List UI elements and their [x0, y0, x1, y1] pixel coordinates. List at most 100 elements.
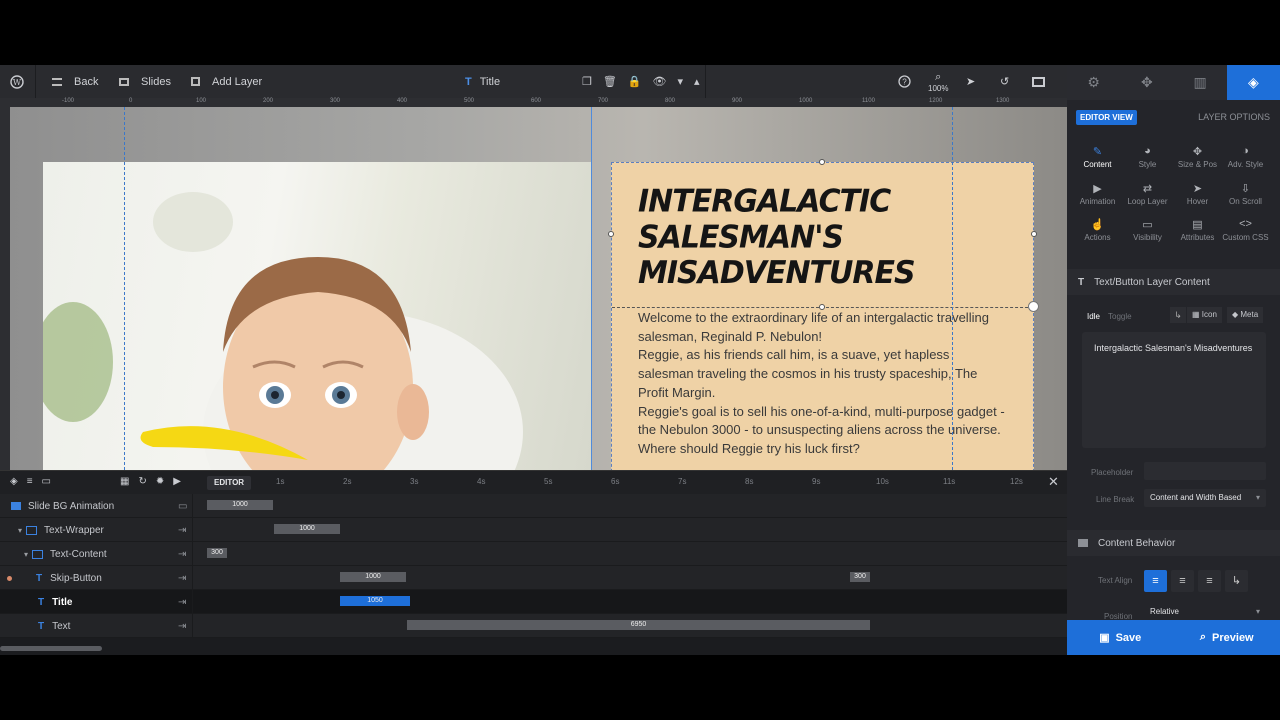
resize-handle[interactable] [819, 159, 825, 165]
layer-label[interactable]: ▾ Text-Content ⇥ [0, 542, 193, 566]
timeline-row[interactable]: Slide BG Animation ▭ 1000 [0, 494, 1067, 518]
loop-layer-option[interactable]: ⇄ Loop Layer [1121, 182, 1174, 218]
navigation-icon[interactable]: ✥ [1120, 65, 1173, 100]
toggle-tab[interactable]: Toggle [1108, 312, 1132, 321]
animation-bar[interactable]: 1000 [274, 524, 340, 534]
align-left-icon[interactable]: ≡ [1144, 570, 1167, 592]
animation-bar-out[interactable]: 300 [850, 572, 870, 582]
animation-option[interactable]: ▶ Animation [1071, 182, 1124, 218]
time-ruler[interactable]: 1s 2s 3s 4s 5s 6s 7s 8s 9s 10s 11s 12s [260, 471, 1040, 495]
grid-icon[interactable]: ▦ [120, 476, 129, 487]
visibility-icon[interactable]: 👁 [653, 75, 667, 88]
animation-bar[interactable]: 1000 [207, 500, 273, 510]
layers-icon[interactable]: ◈ [10, 476, 18, 487]
gear-icon[interactable]: ⚙ [1067, 65, 1120, 100]
baby-photo[interactable] [43, 162, 591, 470]
layer-text-editor[interactable]: Intergalactic Salesman's Misadventures [1082, 332, 1266, 448]
layer-label[interactable]: Slide BG Animation ▭ [0, 494, 193, 518]
chevron-down-icon[interactable]: ▾ [678, 75, 684, 88]
delete-icon[interactable]: 🗑 [603, 75, 617, 88]
animation-bar[interactable]: 300 [207, 548, 227, 558]
image-icon[interactable]: ▭ [178, 501, 187, 512]
custom-css-option[interactable]: <> Custom CSS [1219, 218, 1272, 254]
timeline-row[interactable]: ▾ Text-Content ⇥ 300 [0, 542, 1067, 566]
layer-selector[interactable]: T Title [465, 65, 500, 98]
layer-label[interactable]: T Title ⇥ [0, 590, 193, 614]
align-icon[interactable]: ⇥ [178, 621, 186, 632]
add-layer-button[interactable]: Add Layer [191, 65, 262, 98]
layer-label[interactable]: T Text ⇥ [0, 614, 193, 638]
editor-tab[interactable]: EDITOR [207, 476, 252, 490]
resize-handle[interactable] [819, 304, 825, 310]
on-scroll-option[interactable]: ⇩ On Scroll [1219, 182, 1272, 218]
animation-bar[interactable]: 1000 [340, 572, 406, 582]
undo-icon[interactable]: ↺ [1000, 65, 1009, 98]
folder-icon[interactable]: ▭ [42, 476, 51, 487]
layout-icon[interactable]: ▥ [1174, 65, 1227, 100]
content-option[interactable]: ✎ Content [1071, 145, 1124, 181]
align-icon[interactable]: ⇥ [178, 549, 186, 560]
play-icon[interactable]: ▶ [173, 476, 181, 487]
text-icon: T [1078, 276, 1085, 288]
chevron-up-icon[interactable]: ▴ [694, 75, 700, 88]
layer-label[interactable]: T Skip-Button ⇥ [0, 566, 193, 590]
timeline-row-selected[interactable]: T Title ⇥ 1050 [0, 590, 1067, 614]
zoom-control[interactable]: ⌕ 100% [928, 65, 948, 98]
align-right-icon[interactable]: ≡ [1198, 570, 1221, 592]
slide-canvas[interactable]: INTERGALACTIC SALESMAN'S MISADVENTURES W… [10, 107, 1067, 470]
desktop-view-icon[interactable] [1032, 65, 1045, 98]
align-inherit-icon[interactable]: ↳ [1225, 570, 1248, 592]
attributes-option[interactable]: ▤ Attributes [1171, 218, 1224, 254]
animation-bar[interactable]: 1050 [340, 596, 410, 606]
resize-handle[interactable] [608, 231, 614, 237]
layer-options-label[interactable]: LAYER OPTIONS [1198, 112, 1270, 122]
align-center-icon[interactable]: ≡ [1171, 570, 1194, 592]
duplicate-icon[interactable]: ❐ [582, 75, 592, 88]
line-break-select[interactable]: Content and Width Based ▾ [1144, 489, 1266, 507]
layer-label[interactable]: ▾ Text-Wrapper ⇥ [0, 518, 193, 542]
rotate-handle[interactable] [1028, 301, 1039, 312]
style-option[interactable]: ◕ Style [1121, 145, 1174, 181]
actions-option[interactable]: ☝ Actions [1071, 218, 1124, 254]
save-button[interactable]: ▣ Save [1067, 620, 1174, 655]
placeholder-input[interactable] [1144, 462, 1266, 480]
help-icon[interactable]: ? [898, 65, 911, 98]
timeline-row[interactable]: ▾ Text-Wrapper ⇥ 1000 [0, 518, 1067, 542]
loop-icon[interactable]: ↻ [138, 476, 146, 487]
hover-option[interactable]: ➤ Hover [1171, 182, 1224, 218]
close-icon[interactable]: ✕ [1048, 474, 1059, 490]
resize-handle[interactable] [1031, 231, 1037, 237]
settings-icon[interactable]: ✹ [156, 476, 164, 487]
meta-button[interactable]: ◆ Meta [1227, 307, 1264, 323]
collapse-icon[interactable]: ▾ [24, 550, 28, 559]
idle-tab[interactable]: Idle [1087, 312, 1100, 321]
slides-button[interactable]: Slides [119, 65, 171, 98]
align-icon[interactable]: ⇥ [178, 525, 186, 536]
timeline-row[interactable]: T Text ⇥ 6950 [0, 614, 1067, 638]
list-icon[interactable]: ≡ [27, 476, 33, 487]
align-icon[interactable]: ⇥ [178, 597, 186, 608]
visibility-option[interactable]: ▭ Visibility [1121, 218, 1174, 254]
size-pos-option[interactable]: ✥ Size & Pos [1171, 145, 1224, 181]
editor-view-button[interactable]: EDITOR VIEW [1076, 110, 1137, 125]
wordpress-logo[interactable]: W [10, 65, 24, 98]
align-icon[interactable]: ⇥ [178, 573, 186, 584]
position-select[interactable]: Relative ▾ [1144, 607, 1266, 621]
timeline-scrollbar[interactable] [0, 643, 1067, 655]
title-layer[interactable]: INTERGALACTIC SALESMAN'S MISADVENTURES [638, 184, 938, 291]
layers-icon[interactable]: ◈ [1226, 65, 1280, 100]
scrollbar-thumb[interactable] [0, 646, 102, 651]
line-break-icon[interactable]: ↳ [1170, 307, 1186, 323]
text-content-layer[interactable]: INTERGALACTIC SALESMAN'S MISADVENTURES W… [611, 162, 1034, 470]
collapse-icon[interactable]: ▾ [18, 526, 22, 535]
adv-style-option[interactable]: ◑ Adv. Style [1219, 145, 1272, 181]
animation-bar[interactable]: 6950 [407, 620, 870, 630]
preview-button[interactable]: ⌕ Preview [1174, 620, 1280, 655]
behavior-section-header[interactable]: Content Behavior [1067, 530, 1280, 556]
back-button[interactable]: Back [52, 65, 98, 98]
content-section-header[interactable]: T Text/Button Layer Content [1067, 269, 1280, 295]
icon-button[interactable]: ▦ Icon [1187, 307, 1222, 323]
timeline-row[interactable]: T Skip-Button ⇥ 1000 300 [0, 566, 1067, 590]
lock-icon[interactable]: 🔒 [628, 75, 642, 88]
cursor-icon[interactable]: ➤ [966, 65, 975, 98]
